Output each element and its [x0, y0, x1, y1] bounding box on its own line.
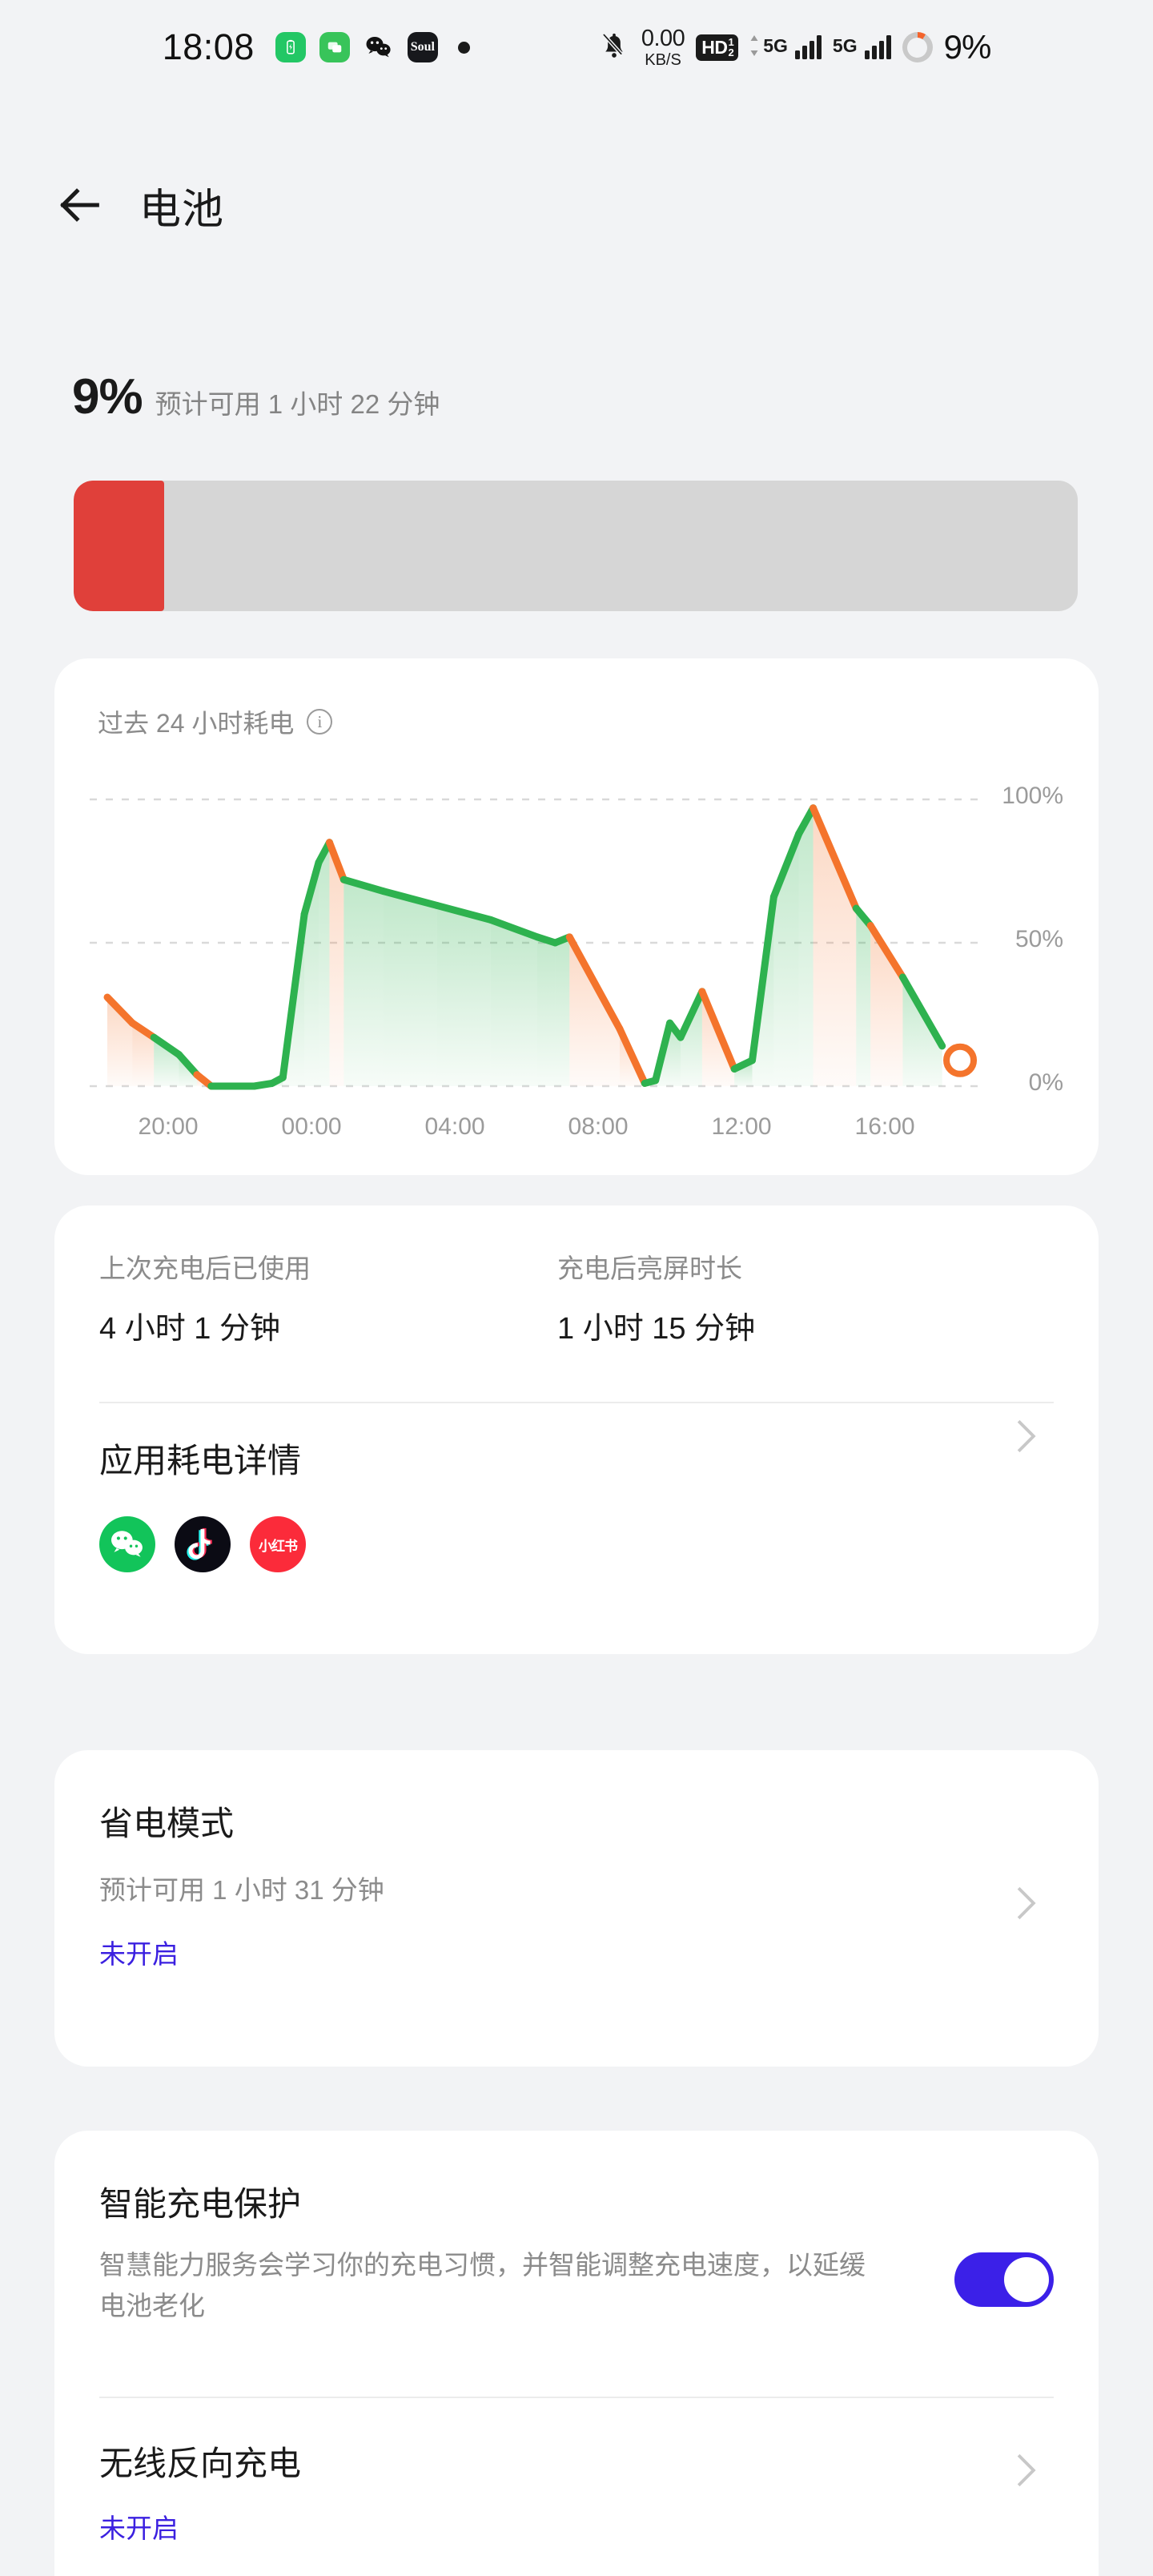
- power-save-estimate: 预计可用 1 小时 31 分钟: [99, 1875, 384, 1905]
- sim1-signal-indicator: 5G: [749, 35, 822, 59]
- wechat-icon: [364, 32, 394, 62]
- battery-ring-icon: [902, 32, 933, 62]
- chevron-right-icon: [1017, 1886, 1036, 1920]
- app-usage-title: 应用耗电详情: [99, 1442, 302, 1479]
- chart-x-tick: 20:00: [138, 1113, 199, 1140]
- chart-x-tick: 12:00: [711, 1113, 772, 1140]
- sim2-network-type: 5G: [832, 35, 858, 56]
- status-bar-battery-percent: 9%: [943, 28, 992, 66]
- hd-sub: 2: [728, 46, 734, 58]
- hd-label: HD: [701, 36, 728, 58]
- status-dot-icon: [457, 41, 470, 54]
- soul-icon: Soul: [407, 32, 438, 62]
- back-button[interactable]: [42, 167, 119, 244]
- chart-area-segment: [537, 936, 556, 1086]
- chart-x-tick: 00:00: [281, 1113, 342, 1140]
- sim1-network-type: 5G: [763, 35, 788, 56]
- chart-area-segment: [436, 905, 491, 1086]
- usage-stats-and-apps-card: 上次充电后已使用 4 小时 1 分钟 充电后亮屏时长 1 小时 15 分钟 应用耗电详…: [54, 1205, 1099, 1654]
- page-title: 电池: [139, 186, 225, 233]
- bell-muted-icon: [598, 30, 630, 66]
- battery-summary: 9% 预计可用 1 小时 22 分钟: [72, 368, 440, 425]
- network-speed-indicator: 0.00 KB/S: [641, 25, 685, 69]
- chart-y-tick: 50%: [1014, 926, 1063, 952]
- battery-saver-icon: [275, 32, 306, 62]
- wireless-reverse-status: 未开启: [99, 2514, 179, 2543]
- chevron-right-icon: [1017, 2453, 1036, 2487]
- usage-stat-value: 1 小时 15 分钟: [557, 1312, 756, 1346]
- app-icons-row[interactable]: 小红书: [99, 1516, 306, 1572]
- chart-x-tick: 08:00: [568, 1113, 629, 1140]
- sim2-signal-bars-icon: [864, 35, 891, 59]
- chart-title: 过去 24 小时耗电: [98, 709, 295, 738]
- info-icon[interactable]: i: [307, 709, 333, 735]
- network-speed-unit: KB/S: [645, 50, 681, 69]
- wireless-reverse-chevron[interactable]: [1004, 2449, 1046, 2495]
- power-save-chevron[interactable]: [1004, 1882, 1046, 1928]
- usage-stat: 上次充电后已使用 4 小时 1 分钟: [99, 1247, 311, 1347]
- chart-x-tick: 04:00: [424, 1113, 485, 1140]
- battery-level-fill: [74, 481, 164, 611]
- status-bar-right-group: 0.00 KB/S HD 1 2 5G 5G 9%: [598, 25, 992, 69]
- data-transfer-arrows-icon: [749, 35, 759, 56]
- chart-y-tick: 100%: [1002, 783, 1063, 809]
- battery-usage-chart-card: 过去 24 小时耗电 i 100% 50% 0% 20:00 00:00 04:00 08…: [54, 658, 1099, 1175]
- douyin-icon: [175, 1516, 231, 1572]
- chart-area-segment: [319, 842, 330, 1086]
- hd-voice-icon: HD 1 2: [696, 34, 739, 61]
- power-save-status: 未开启: [99, 1939, 179, 1969]
- chart-header: 过去 24 小时耗电 i: [98, 703, 333, 740]
- chart-area-segment: [490, 920, 537, 1086]
- chart-x-axis-labels: 20:00 00:00 04:00 08:00 12:00 16:00: [54, 1113, 1099, 1149]
- usage-stat-value: 4 小时 1 分钟: [99, 1312, 280, 1346]
- back-arrow-icon: [60, 188, 99, 222]
- network-speed-value: 0.00: [641, 25, 685, 51]
- battery-percent-large: 9%: [72, 369, 143, 425]
- battery-level-bar: [74, 481, 1078, 611]
- wechat-icon: [99, 1516, 155, 1572]
- usage-stat-label: 上次充电后已使用: [99, 1254, 311, 1283]
- battery-estimate-text: 预计可用 1 小时 22 分钟: [155, 389, 440, 419]
- battery-history-chart: 100% 50% 0% 20:00 00:00 04:00 08:00 12:00 16:00: [54, 782, 1099, 1140]
- smart-charge-card: 智能充电保护 智慧能力服务会学习你的充电习惯，并智能调整充电速度，以延缓电池老化…: [54, 2131, 1099, 2576]
- power-save-mode-card[interactable]: 省电模式 预计可用 1 小时 31 分钟 未开启: [54, 1750, 1099, 2067]
- toggle-knob: [1004, 2257, 1049, 2302]
- sim2-signal-indicator: 5G: [833, 35, 891, 59]
- smart-charge-description: 智慧能力服务会学习你的充电习惯，并智能调整充电速度，以延缓电池老化: [99, 2250, 866, 2321]
- wireless-reverse-title: 无线反向充电: [99, 2445, 302, 2482]
- chart-y-tick: 0%: [1028, 1069, 1063, 1096]
- status-bar: 18:08 Soul 0.00 KB/S HD 1 2 5G 5G 9%: [0, 0, 1153, 95]
- usage-stat-label: 充电后亮屏时长: [557, 1254, 742, 1283]
- chart-svg: [90, 798, 985, 1090]
- chart-x-tick: 16:00: [854, 1113, 915, 1140]
- xiaohongshu-icon: 小红书: [250, 1516, 306, 1572]
- power-save-title: 省电模式: [99, 1805, 235, 1842]
- chart-area-segment: [856, 908, 871, 1086]
- chart-area-segment: [798, 807, 814, 1086]
- app-usage-chevron[interactable]: [1004, 1415, 1046, 1461]
- battery-settings-screen: 18:08 Soul 0.00 KB/S HD 1 2 5G 5G 9% 电池 …: [0, 0, 1153, 2576]
- usage-stat: 充电后亮屏时长 1 小时 15 分钟: [557, 1247, 755, 1347]
- status-bar-clock: 18:08: [162, 26, 255, 67]
- chart-current-marker: [943, 1043, 978, 1077]
- card-divider: [99, 1402, 1054, 1403]
- smart-charge-toggle[interactable]: [954, 2252, 1054, 2307]
- chevron-right-icon: [1017, 1419, 1036, 1453]
- chart-area-segment: [555, 936, 570, 1086]
- chart-area-segment: [343, 879, 384, 1086]
- page-header: 电池: [0, 157, 1153, 253]
- sim1-signal-bars-icon: [794, 35, 822, 59]
- card-divider: [99, 2397, 1054, 2398]
- chart-area-segment: [383, 891, 437, 1086]
- smart-charge-title: 智能充电保护: [99, 2185, 302, 2223]
- message-icon: [319, 32, 350, 62]
